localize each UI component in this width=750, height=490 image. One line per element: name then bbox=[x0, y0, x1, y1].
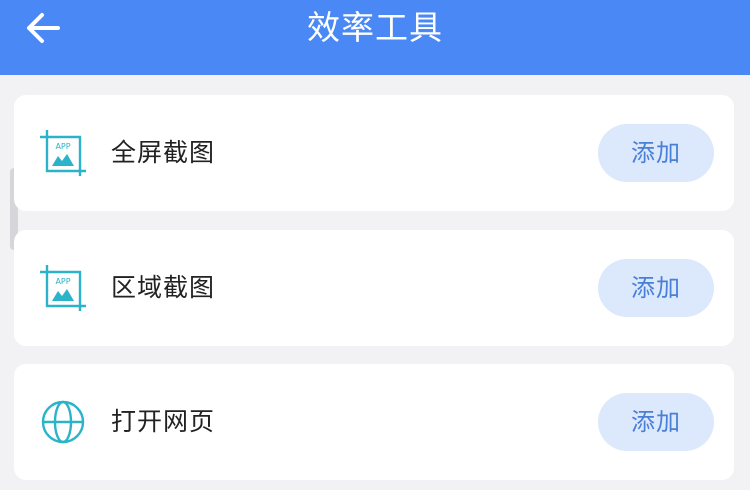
tool-card-fullscreen-screenshot: APP 全屏截图 添加 bbox=[14, 95, 734, 211]
tool-card-region-screenshot: APP 区域截图 添加 bbox=[14, 230, 734, 346]
add-button[interactable]: 添加 bbox=[598, 393, 714, 451]
page-title: 效率工具 bbox=[307, 8, 443, 47]
top-bar: 效率工具 bbox=[0, 0, 750, 75]
tool-label: 全屏截图 bbox=[111, 138, 216, 167]
app-screenshot-icon: APP bbox=[40, 265, 86, 311]
app-screenshot-icon: APP bbox=[40, 130, 86, 176]
svg-text:APP: APP bbox=[55, 142, 70, 151]
svg-text:APP: APP bbox=[55, 277, 70, 286]
globe-icon bbox=[41, 400, 85, 444]
add-button[interactable]: 添加 bbox=[598, 124, 714, 182]
tool-label: 区域截图 bbox=[111, 273, 216, 302]
tool-card-open-webpage: 打开网页 添加 bbox=[14, 364, 734, 480]
tool-label: 打开网页 bbox=[111, 407, 216, 436]
add-button[interactable]: 添加 bbox=[598, 259, 714, 317]
